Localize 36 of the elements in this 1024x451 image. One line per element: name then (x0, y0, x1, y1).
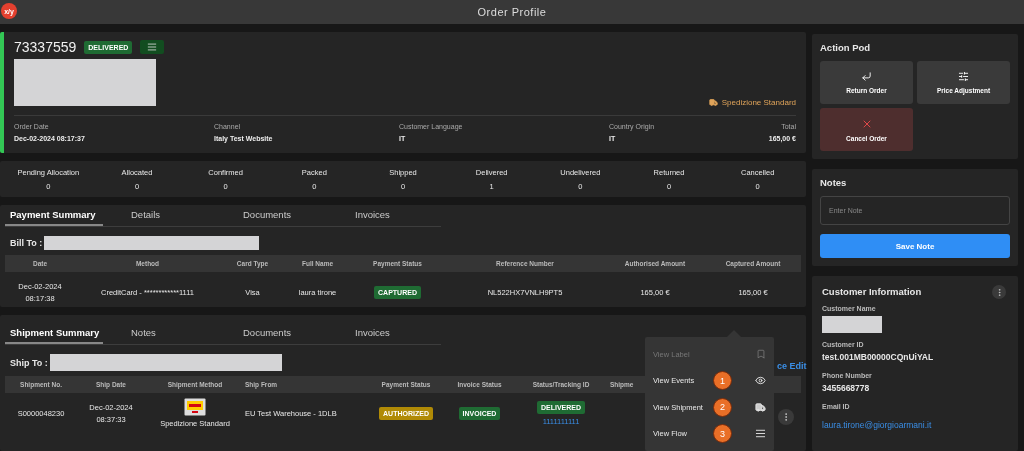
tab[interactable]: Documents (215, 323, 327, 344)
bookmark-icon (756, 349, 766, 360)
carrier-logo-icon (184, 398, 206, 416)
lines-icon (147, 42, 158, 52)
eye-icon (755, 375, 766, 387)
ship-to-label: Ship To : (10, 357, 48, 368)
tab[interactable]: Documents (215, 205, 327, 226)
order-number: 73337559 (14, 39, 77, 55)
tab[interactable]: Notes (103, 323, 215, 344)
flow-button[interactable] (140, 40, 165, 54)
email-link[interactable]: laura.tirone@giorgioarmani.it (822, 420, 932, 430)
step-number: 1 (713, 371, 732, 391)
shipping-method: Spedizione Standard (721, 98, 796, 107)
panel-title: Action Pod (820, 42, 872, 53)
more-button[interactable] (778, 409, 794, 425)
lines-icon (755, 428, 766, 440)
step-number: 3 (713, 424, 732, 444)
truck-icon (755, 401, 766, 413)
tab[interactable]: Shipment Summary (5, 323, 103, 344)
panel-title: Customer Information (822, 286, 922, 297)
tab[interactable]: Details (103, 205, 215, 226)
tab[interactable]: Invoices (327, 205, 439, 226)
redacted-block (822, 316, 882, 333)
truck-icon (708, 98, 718, 107)
tab[interactable]: Payment Summary (5, 205, 103, 226)
sliders-icon (958, 71, 969, 82)
more-button[interactable] (992, 285, 1006, 299)
tab[interactable]: Invoices (327, 323, 439, 344)
field-value: 3455668778 (822, 383, 871, 393)
bill-to-label: Bill To : (10, 238, 43, 248)
edit-link[interactable]: ce Edit (777, 361, 807, 371)
window-title: Order Profile (477, 6, 547, 18)
step-number: 2 (713, 397, 732, 417)
field-value: test.001MB00000CQnUiYAL (822, 352, 935, 362)
panel-title: Notes (820, 177, 848, 188)
return-arrow-icon (861, 71, 872, 82)
